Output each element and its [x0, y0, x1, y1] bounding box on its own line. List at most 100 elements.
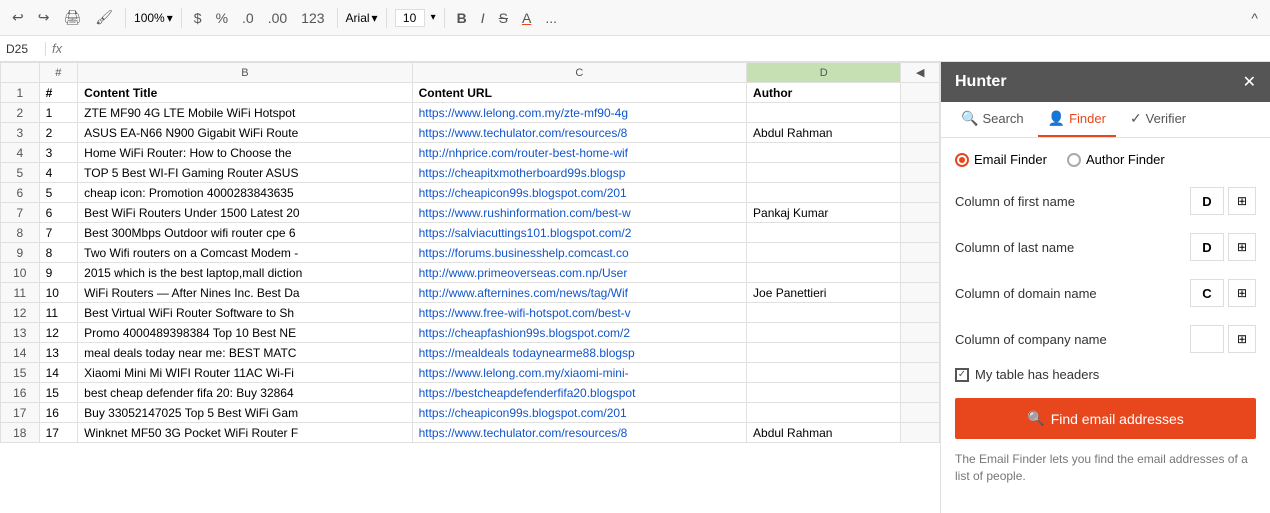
number-format-button[interactable]: 123: [297, 8, 328, 28]
table-row: [901, 123, 940, 143]
field-controls-last_name: ⊞: [1190, 233, 1256, 261]
panel-title: Hunter: [955, 73, 1007, 91]
grid-button-company_name[interactable]: ⊞: [1228, 325, 1256, 353]
zoom-chevron-icon: ▾: [167, 11, 173, 25]
percent-button[interactable]: %: [212, 8, 232, 28]
headers-checkbox[interactable]: [955, 368, 969, 382]
table-row: https://mealdeals todaynearme88.blogsp: [412, 343, 746, 363]
separator-5: [444, 8, 445, 28]
tab-finder[interactable]: 👤 Finder: [1038, 102, 1116, 137]
table-row: [901, 343, 940, 363]
table-row: TOP 5 Best WI-FI Gaming Router ASUS: [78, 163, 412, 183]
table-row: [901, 163, 940, 183]
tab-verifier[interactable]: ✓ Verifier: [1120, 102, 1196, 137]
decimal-less-button[interactable]: .0: [238, 8, 258, 28]
col-header-e[interactable]: ◀: [901, 63, 940, 83]
col-input-company_name[interactable]: [1190, 325, 1224, 353]
email-finder-option[interactable]: Email Finder: [955, 152, 1047, 167]
table-row: 14: [39, 363, 78, 383]
strikethrough-button[interactable]: S: [495, 8, 512, 28]
table-row: [747, 343, 901, 363]
col-header-b[interactable]: B: [78, 63, 412, 83]
print-button[interactable]: 🖨: [59, 7, 85, 28]
separator-4: [386, 8, 387, 28]
form-row-domain_name: Column of domain name ⊞: [955, 275, 1256, 311]
table-row: [747, 363, 901, 383]
row-header: 6: [1, 183, 40, 203]
font-label: Arial: [346, 11, 370, 25]
panel-tabs: 🔍 Search 👤 Finder ✓ Verifier: [941, 102, 1270, 138]
zoom-control[interactable]: 100% ▾: [134, 11, 173, 25]
table-row: Winknet MF50 3G Pocket WiFi Router F: [78, 423, 412, 443]
separator-3: [337, 8, 338, 28]
separator-1: [125, 8, 126, 28]
grid-button-last_name[interactable]: ⊞: [1228, 233, 1256, 261]
table-row: best cheap defender fifa 20: Buy 32864: [78, 383, 412, 403]
col-header-c[interactable]: C: [412, 63, 746, 83]
field-controls-first_name: ⊞: [1190, 187, 1256, 215]
bold-button[interactable]: B: [453, 8, 471, 28]
table-row: [747, 143, 901, 163]
grid-button-first_name[interactable]: ⊞: [1228, 187, 1256, 215]
currency-button[interactable]: $: [190, 8, 206, 28]
decimal-more-button[interactable]: .00: [264, 8, 291, 28]
author-finder-radio[interactable]: [1067, 153, 1081, 167]
font-size-input[interactable]: [395, 9, 425, 27]
field-controls-domain_name: ⊞: [1190, 279, 1256, 307]
email-finder-radio[interactable]: [955, 153, 969, 167]
table-row: 7: [39, 223, 78, 243]
row-header: 4: [1, 143, 40, 163]
row-header: 13: [1, 323, 40, 343]
font-selector[interactable]: Arial ▾: [346, 11, 378, 25]
tab-search[interactable]: 🔍 Search: [951, 102, 1034, 137]
table-row: Abdul Rahman: [747, 423, 901, 443]
table-row: #: [39, 83, 78, 103]
font-color-button[interactable]: A: [518, 8, 535, 28]
paint-button[interactable]: 🖌: [91, 7, 117, 28]
italic-button[interactable]: I: [477, 8, 489, 28]
more-button[interactable]: ...: [541, 8, 561, 28]
table-row: Abdul Rahman: [747, 123, 901, 143]
panel-close-button[interactable]: ✕: [1243, 72, 1256, 92]
table-row: 4: [39, 163, 78, 183]
col-input-domain_name[interactable]: [1190, 279, 1224, 307]
table-row: [901, 283, 940, 303]
col-header-d[interactable]: D: [747, 63, 901, 83]
row-header: 1: [1, 83, 40, 103]
font-chevron-icon: ▾: [372, 11, 378, 25]
col-input-first_name[interactable]: [1190, 187, 1224, 215]
zoom-label: 100%: [134, 11, 165, 25]
form-row-last_name: Column of last name ⊞: [955, 229, 1256, 265]
find-email-button[interactable]: 🔍 Find email addresses: [955, 398, 1256, 439]
row-header: 2: [1, 103, 40, 123]
row-header: 7: [1, 203, 40, 223]
table-row: http://www.afternines.com/news/tag/Wif: [412, 283, 746, 303]
table-row: [747, 223, 901, 243]
spreadsheet-table: # B C D ◀ 1 # Content Title Content URL …: [0, 62, 940, 443]
undo-button[interactable]: ↩: [8, 7, 28, 28]
collapse-button[interactable]: ^: [1247, 8, 1262, 28]
formula-icon: fx: [52, 41, 62, 56]
col-input-last_name[interactable]: [1190, 233, 1224, 261]
table-row: Author: [747, 83, 901, 103]
finder-tab-label: Finder: [1069, 111, 1106, 126]
find-button-icon: 🔍: [1027, 410, 1044, 427]
row-header: 17: [1, 403, 40, 423]
sheet-scroll[interactable]: # B C D ◀ 1 # Content Title Content URL …: [0, 62, 940, 513]
table-row: [901, 223, 940, 243]
table-row: 1: [39, 103, 78, 123]
table-row: https://www.rushinformation.com/best-w: [412, 203, 746, 223]
col-header-a[interactable]: #: [39, 63, 78, 83]
table-row: [747, 323, 901, 343]
table-row: WiFi Routers — After Nines Inc. Best Da: [78, 283, 412, 303]
table-row: https://www.techulator.com/resources/8: [412, 123, 746, 143]
author-finder-option[interactable]: Author Finder: [1067, 152, 1165, 167]
toolbar: ↩ ↪ 🖨 🖌 100% ▾ $ % .0 .00 123 Arial ▾ ▾ …: [0, 0, 1270, 36]
table-row: https://www.free-wifi-hotspot.com/best-v: [412, 303, 746, 323]
grid-button-domain_name[interactable]: ⊞: [1228, 279, 1256, 307]
redo-button[interactable]: ↪: [34, 7, 54, 28]
main-content: # B C D ◀ 1 # Content Title Content URL …: [0, 62, 1270, 513]
table-row: [747, 243, 901, 263]
row-header: 12: [1, 303, 40, 323]
search-tab-label: Search: [982, 111, 1023, 126]
